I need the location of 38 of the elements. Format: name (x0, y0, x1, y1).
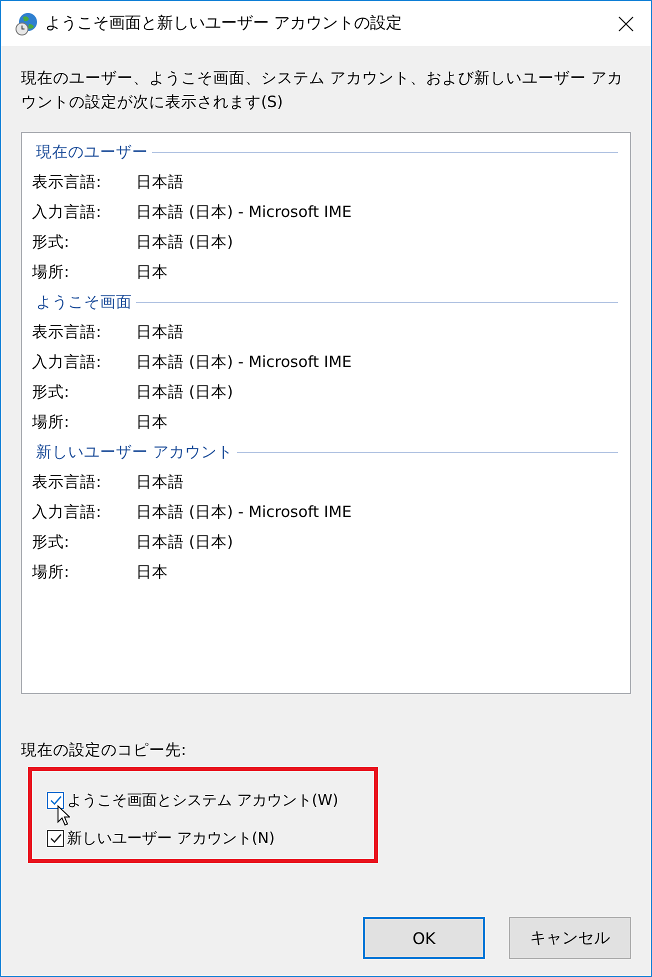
setting-label: 場所: (32, 412, 70, 432)
close-icon (618, 16, 634, 32)
checkbox-label[interactable]: ようこそ画面とシステム アカウント(W) (67, 790, 338, 810)
setting-value: 日本語 (日本) - Microsoft IME (136, 352, 352, 372)
setting-value: 日本語 (日本) - Microsoft IME (136, 202, 352, 222)
setting-value: 日本語 (日本) (136, 532, 234, 552)
setting-label: 場所: (32, 562, 70, 582)
setting-value: 日本 (136, 412, 168, 432)
cancel-button[interactable]: キャンセル (509, 917, 631, 959)
setting-value: 日本語 (日本) - Microsoft IME (136, 502, 352, 522)
group-heading: 新しいユーザー アカウント (35, 442, 234, 462)
group-heading: ようこそ画面 (35, 292, 133, 312)
setting-value: 日本語 (136, 472, 184, 492)
window-title: ようこそ画面と新しいユーザー アカウントの設定 (45, 13, 404, 34)
setting-value: 日本語 (日本) (136, 382, 234, 402)
group-heading: 現在のユーザー (35, 142, 149, 162)
checkbox[interactable] (47, 792, 64, 808)
setting-label: 表示言語: (32, 472, 102, 492)
checkbox[interactable] (47, 830, 64, 846)
setting-label: 表示言語: (32, 172, 102, 192)
setting-label: 形式: (32, 232, 70, 252)
setting-value: 日本語 (136, 172, 184, 192)
setting-value: 日本語 (136, 322, 184, 342)
setting-value: 日本語 (日本) (136, 232, 234, 252)
globe-clock-icon (15, 12, 39, 36)
setting-label: 入力言語: (32, 202, 102, 222)
copy-to-label: 現在の設定のコピー先: (21, 740, 188, 761)
setting-value: 日本 (136, 262, 168, 282)
setting-label: 入力言語: (32, 352, 102, 372)
setting-value: 日本 (136, 562, 168, 582)
description-text: 現在のユーザー、ようこそ画面、システム アカウント、および新しいユーザー アカウントの設定が次に表示されます(S) (21, 68, 624, 113)
setting-label: 形式: (32, 532, 70, 552)
setting-label: 入力言語: (32, 502, 102, 522)
ok-button[interactable]: OK (363, 917, 485, 959)
setting-label: 表示言語: (32, 322, 102, 342)
setting-label: 形式: (32, 382, 70, 402)
checkbox-label[interactable]: 新しいユーザー アカウント(N) (67, 828, 275, 848)
setting-label: 場所: (32, 262, 70, 282)
